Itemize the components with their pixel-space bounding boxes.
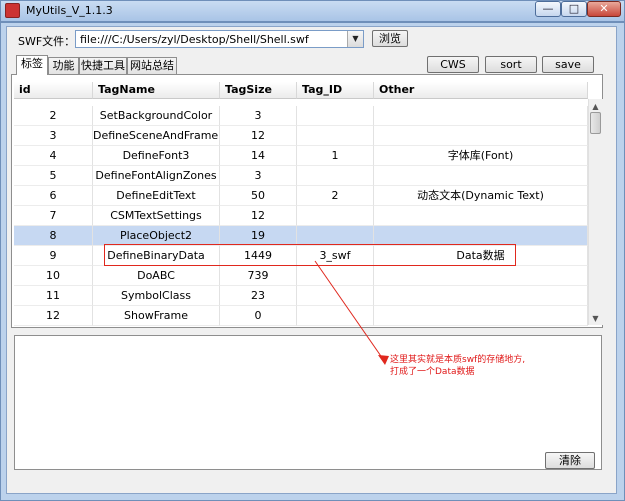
cell-tagsize: 23 [220, 286, 297, 306]
cell-tag-id [297, 166, 374, 186]
cell-tagname: CSMTextSettings [93, 206, 220, 226]
swf-path-combo[interactable]: file:///C:/Users/zyl/Desktop/Shell/Shell… [75, 30, 364, 48]
clear-button[interactable]: 清除 [545, 452, 595, 469]
cell-id: 2 [14, 106, 93, 126]
tab-site-summary[interactable]: 网站总结 [127, 57, 177, 74]
cell-tag-id [297, 106, 374, 126]
cell-tagname: SetBackgroundColor [93, 106, 220, 126]
cell-other: 字体库(Font) [374, 146, 588, 166]
cws-button[interactable]: CWS [427, 56, 479, 73]
cell-other [374, 306, 588, 326]
cell-tagsize: 50 [220, 186, 297, 206]
tab-quick-tools[interactable]: 快捷工具 [79, 57, 127, 74]
cell-other: 动态文本(Dynamic Text) [374, 186, 588, 206]
save-button[interactable]: save [542, 56, 594, 73]
swf-file-label: SWF文件： [18, 35, 76, 48]
cell-other [374, 166, 588, 186]
cell-id: 11 [14, 286, 93, 306]
annotation-line-2: 打成了一个Data数据 [390, 367, 475, 377]
cell-tag-id [297, 226, 374, 246]
cell-tagsize: 3 [220, 106, 297, 126]
annotation-arrow [314, 260, 389, 365]
cell-tagname: SymbolClass [93, 286, 220, 306]
cell-other [374, 226, 588, 246]
cell-other [374, 106, 588, 126]
sort-button[interactable]: sort [485, 56, 537, 73]
cell-tag-id [297, 206, 374, 226]
tab-tags[interactable]: 标签 [16, 55, 48, 75]
column-header-tagname[interactable]: TagName [93, 82, 220, 99]
cell-id: 9 [14, 246, 93, 266]
cell-tag-id: 2 [297, 186, 374, 206]
cell-id: 10 [14, 266, 93, 286]
cell-id: 6 [14, 186, 93, 206]
cell-tagsize: 3 [220, 166, 297, 186]
arrow-down-icon[interactable]: ▼ [589, 312, 602, 325]
close-button[interactable]: ✕ [587, 1, 621, 17]
cell-tagname: DefineFontAlignZones [93, 166, 220, 186]
cell-other [374, 286, 588, 306]
cell-tagname: PlaceObject2 [93, 226, 220, 246]
cell-tagsize: 12 [220, 126, 297, 146]
cell-tagname: DefineFont3 [93, 146, 220, 166]
cell-id: 3 [14, 126, 93, 146]
tab-functions[interactable]: 功能 [48, 57, 79, 74]
cell-tagname: DefineEditText [93, 186, 220, 206]
cell-tagname: ShowFrame [93, 306, 220, 326]
app-icon [5, 3, 20, 18]
cell-tagsize: 739 [220, 266, 297, 286]
maximize-button[interactable]: □ [561, 1, 587, 17]
cell-other [374, 206, 588, 226]
minimize-button[interactable]: — [535, 1, 561, 17]
cell-tagname: DoABC [93, 266, 220, 286]
scrollbar-thumb[interactable] [590, 112, 601, 134]
column-header-tagsize[interactable]: TagSize [220, 82, 297, 99]
cell-other [374, 126, 588, 146]
cell-other [374, 266, 588, 286]
annotation-line-1: 这里其实就是本质swf的存储地方, [390, 355, 526, 365]
column-header-other[interactable]: Other [374, 82, 588, 99]
browse-button[interactable]: 浏览 [372, 30, 408, 47]
cell-id: 7 [14, 206, 93, 226]
cell-tagsize: 19 [220, 226, 297, 246]
cell-id: 5 [14, 166, 93, 186]
chevron-down-icon[interactable]: ▼ [347, 31, 363, 47]
window-title: MyUtils_V_1.1.3 [26, 4, 113, 17]
column-header-tag-id[interactable]: Tag_ID [297, 82, 374, 99]
cell-tag-id [297, 126, 374, 146]
cell-tagsize: 0 [220, 306, 297, 326]
cell-tagname: DefineSceneAndFrameLabe [93, 126, 220, 146]
cell-id: 8 [14, 226, 93, 246]
cell-id: 12 [14, 306, 93, 326]
cell-id: 4 [14, 146, 93, 166]
column-header-id[interactable]: id [14, 82, 93, 99]
annotation-text: 这里其实就是本质swf的存储地方, 打成了一个Data数据 [390, 354, 540, 378]
cell-tagsize: 14 [220, 146, 297, 166]
cell-tag-id: 1 [297, 146, 374, 166]
cell-tagsize: 12 [220, 206, 297, 226]
